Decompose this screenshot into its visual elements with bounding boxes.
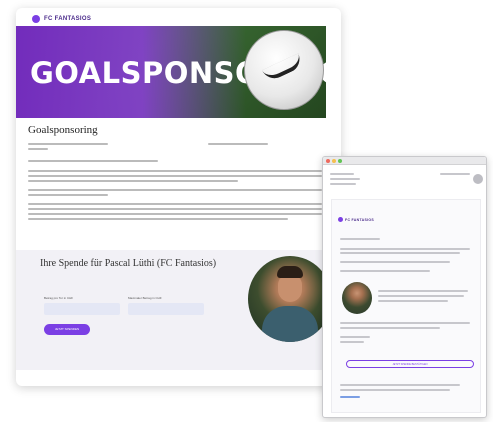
portrait-hair xyxy=(277,266,303,278)
window-minimize-icon[interactable] xyxy=(332,159,336,163)
portrait-shirt xyxy=(262,306,318,342)
email-text-line xyxy=(340,341,364,343)
amount-per-goal-label: Betrag pro Tor in CHF xyxy=(44,296,74,300)
email-header-line xyxy=(330,183,356,185)
email-header-line xyxy=(440,173,470,175)
email-text-line xyxy=(340,261,450,263)
brand-name: FC FANTASIOS xyxy=(44,16,92,22)
portrait-face xyxy=(278,274,302,302)
max-amount-label: Maximaler Betrag in CHF xyxy=(128,296,162,300)
meta-line xyxy=(28,148,48,150)
email-confirm-button[interactable]: JETZT SPENDE BESTÄTIGEN xyxy=(346,360,474,368)
email-footer-link[interactable] xyxy=(340,396,360,398)
email-text-line xyxy=(340,248,470,250)
window-close-icon[interactable] xyxy=(326,159,330,163)
donation-title: Ihre Spende für Pascal Lüthi (FC Fantasi… xyxy=(40,258,217,269)
email-header-line xyxy=(330,178,360,180)
email-text-line xyxy=(340,270,430,272)
email-window-chrome xyxy=(323,157,486,165)
body-text-line xyxy=(28,160,158,162)
amount-per-goal-input[interactable] xyxy=(44,303,120,315)
donate-button[interactable]: JETZT SPENDEN xyxy=(44,324,90,335)
brand-logo-icon xyxy=(338,217,343,222)
meta-line xyxy=(28,143,108,145)
body-text-line xyxy=(28,213,322,215)
body-text-line xyxy=(28,203,322,205)
ball-swoosh xyxy=(261,53,305,83)
email-text-line xyxy=(340,336,370,338)
email-brand-name: FC FANTASIOS xyxy=(345,217,375,222)
brand-header[interactable]: FC FANTASIOS xyxy=(32,15,91,23)
body-text-line xyxy=(28,175,322,177)
body-text-line xyxy=(28,208,322,210)
window-maximize-icon[interactable] xyxy=(338,159,342,163)
email-text-line xyxy=(340,327,440,329)
email-text-line xyxy=(378,300,448,302)
body-text-line xyxy=(28,189,322,191)
brand-logo-icon xyxy=(32,15,40,23)
email-text-line xyxy=(340,322,470,324)
email-footer-line xyxy=(340,389,450,391)
email-text-line xyxy=(340,238,380,240)
body-text-line xyxy=(28,218,288,220)
page-title: Goalsponsoring xyxy=(28,124,98,136)
email-text-line xyxy=(378,295,464,297)
meta-line xyxy=(208,143,268,145)
email-header-line xyxy=(330,173,354,175)
player-portrait xyxy=(248,256,332,342)
body-text-line xyxy=(28,170,322,172)
email-text-line xyxy=(378,290,468,292)
max-amount-input[interactable] xyxy=(128,303,204,315)
email-player-portrait xyxy=(342,282,372,314)
email-footer-line xyxy=(340,384,460,386)
avatar-icon xyxy=(473,174,483,184)
hero-banner: GOALSPONSORING xyxy=(16,26,326,118)
email-text-line xyxy=(340,252,460,254)
email-brand: FC FANTASIOS xyxy=(338,217,374,222)
body-text-line xyxy=(28,194,108,196)
body-text-line xyxy=(28,180,238,182)
football-icon xyxy=(244,30,324,110)
